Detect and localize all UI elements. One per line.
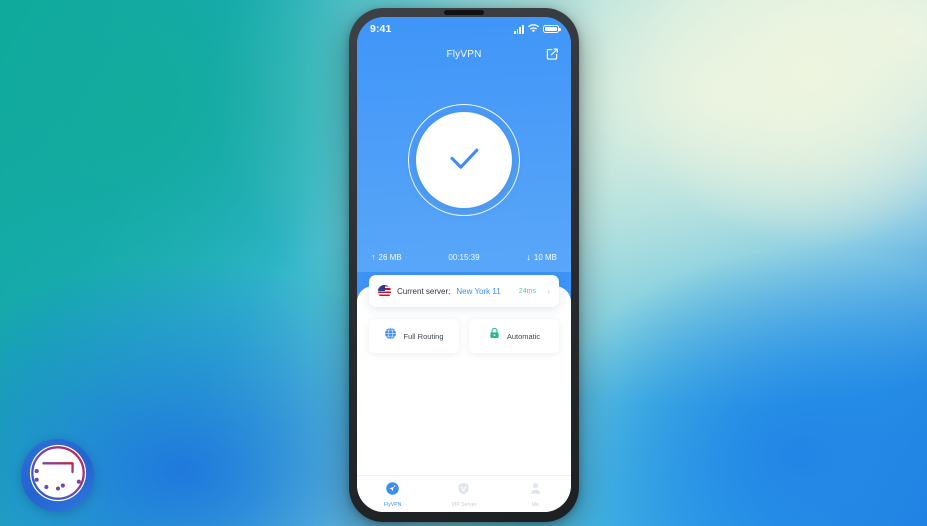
- connect-button[interactable]: [408, 104, 520, 216]
- share-icon[interactable]: [544, 46, 560, 62]
- lock-icon: [488, 327, 501, 345]
- nav-label-me: Me: [531, 501, 539, 508]
- automatic-label: Automatic: [506, 331, 541, 341]
- upload-stat: ↑ 26 MB: [371, 252, 423, 263]
- chevron-right-icon[interactable]: ›: [547, 286, 550, 296]
- phone-screen: 9:41 FlyVPN ↑ 26 MB 00:15:39 ↓ 10 MB Cur…: [357, 17, 571, 512]
- globe-icon: [384, 327, 397, 345]
- tech-t-logo-icon: [27, 442, 89, 509]
- wifi-icon: [528, 20, 539, 38]
- check-icon: [442, 136, 486, 185]
- nav-label-vip-server: VIP Server: [451, 501, 477, 508]
- phone-speaker-notch: [444, 10, 484, 15]
- traffic-stats-row: ↑ 26 MB 00:15:39 ↓ 10 MB: [357, 253, 571, 266]
- nav-item-me[interactable]: Me: [500, 481, 571, 508]
- duration-value: 00:15:39: [448, 253, 480, 262]
- us-flag-icon: [378, 284, 391, 298]
- nav-label-flyvpn: FlyVPN: [383, 501, 402, 508]
- current-server-name: New York 11: [456, 286, 501, 296]
- current-server-card[interactable]: Current server: New York 11 24ms ›: [369, 275, 559, 307]
- app-bottom-section: Current server: New York 11 24ms › Full …: [357, 275, 571, 512]
- upload-value: 26 MB: [378, 253, 402, 262]
- download-value: 10 MB: [533, 253, 557, 262]
- full-routing-button[interactable]: Full Routing: [369, 319, 459, 353]
- status-bar: 9:41: [357, 17, 571, 41]
- duration-stat: 00:15:39: [438, 253, 490, 262]
- automatic-protocol-button[interactable]: Automatic: [469, 319, 559, 353]
- screenshot-scene: 9:41 FlyVPN ↑ 26 MB 00:15:39 ↓ 10 MB Cur…: [0, 0, 927, 526]
- phone-mockup: 9:41 FlyVPN ↑ 26 MB 00:15:39 ↓ 10 MB Cur…: [349, 8, 579, 522]
- connect-area: [357, 67, 571, 253]
- bottom-navigation: FlyVPN VIP Server Me: [357, 475, 571, 512]
- battery-icon: [543, 25, 561, 33]
- arrow-up-icon: ↑: [371, 252, 376, 262]
- status-bar-icons: [513, 20, 561, 38]
- nav-item-vip-server[interactable]: VIP Server: [428, 481, 499, 508]
- signal-bars-icon: [513, 24, 524, 34]
- download-stat: ↓ 10 MB: [505, 252, 557, 263]
- app-header: FlyVPN: [357, 41, 571, 67]
- vip-shield-icon: [456, 481, 471, 501]
- nav-item-flyvpn[interactable]: FlyVPN: [357, 481, 428, 508]
- full-routing-label: Full Routing: [403, 331, 444, 341]
- arrow-down-icon: ↓: [526, 252, 531, 262]
- status-bar-time: 9:41: [370, 23, 392, 35]
- app-title: FlyVPN: [446, 48, 482, 60]
- profile-icon: [528, 481, 543, 501]
- current-server-label: Current server:: [397, 286, 451, 296]
- app-top-section: 9:41 FlyVPN ↑ 26 MB 00:15:39 ↓ 10 MB: [357, 17, 571, 272]
- server-ping-badge: 24ms: [518, 287, 536, 295]
- connect-button-face: [416, 112, 512, 208]
- watermark-logo: [21, 439, 94, 512]
- send-icon: [385, 481, 400, 501]
